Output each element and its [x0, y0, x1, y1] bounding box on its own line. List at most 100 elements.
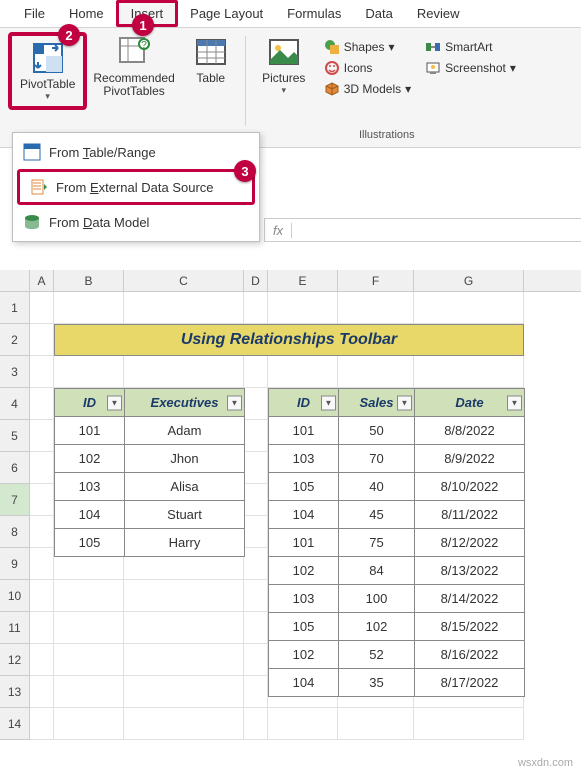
table-cell[interactable]: 102: [269, 641, 339, 669]
cell[interactable]: [30, 324, 54, 356]
row-header[interactable]: 4: [0, 388, 30, 420]
table-cell[interactable]: 104: [269, 669, 339, 697]
table-cell[interactable]: Alisa: [125, 473, 245, 501]
cell[interactable]: [124, 644, 244, 676]
cell[interactable]: [124, 356, 244, 388]
cell[interactable]: [244, 452, 268, 484]
cell[interactable]: [244, 676, 268, 708]
cell[interactable]: [30, 452, 54, 484]
table-cell[interactable]: 105: [269, 473, 339, 501]
table-cell[interactable]: 52: [339, 641, 415, 669]
worksheet[interactable]: A B C D E F G 1234567891011121314 Using …: [0, 270, 581, 775]
cell[interactable]: [244, 356, 268, 388]
from-data-model[interactable]: From Data Model: [13, 207, 259, 237]
pivottable-button[interactable]: PivotTable ▾: [14, 38, 81, 106]
cell[interactable]: [30, 292, 54, 324]
cell[interactable]: [30, 676, 54, 708]
tab-page-layout[interactable]: Page Layout: [178, 0, 275, 27]
cell[interactable]: [338, 708, 414, 740]
cell[interactable]: [30, 612, 54, 644]
table-cell[interactable]: 35: [339, 669, 415, 697]
table-cell[interactable]: 103: [269, 585, 339, 613]
table-cell[interactable]: 102: [339, 613, 415, 641]
row-header[interactable]: 10: [0, 580, 30, 612]
cell[interactable]: [244, 388, 268, 420]
cell[interactable]: [244, 292, 268, 324]
cell[interactable]: [244, 708, 268, 740]
cell[interactable]: [124, 676, 244, 708]
col-header[interactable]: E: [268, 270, 338, 291]
cell[interactable]: [30, 420, 54, 452]
3d-models-button[interactable]: 3D Models ▾: [320, 80, 415, 98]
table-cell[interactable]: Adam: [125, 417, 245, 445]
cell[interactable]: [414, 708, 524, 740]
row-header[interactable]: 1: [0, 292, 30, 324]
table-cell[interactable]: 102: [269, 557, 339, 585]
from-table-range[interactable]: From Table/Range: [13, 137, 259, 167]
tab-file[interactable]: File: [12, 0, 57, 27]
screenshot-button[interactable]: Screenshot ▾: [421, 59, 520, 77]
cell[interactable]: [124, 612, 244, 644]
cell[interactable]: [268, 292, 338, 324]
table-cell[interactable]: 105: [55, 529, 125, 557]
cell[interactable]: [54, 612, 124, 644]
tab-formulas[interactable]: Formulas: [275, 0, 353, 27]
table-cell[interactable]: 101: [269, 417, 339, 445]
cell[interactable]: [30, 644, 54, 676]
table-cell[interactable]: 8/12/2022: [415, 529, 525, 557]
table-cell[interactable]: 100: [339, 585, 415, 613]
cell[interactable]: [124, 708, 244, 740]
select-all-corner[interactable]: [0, 270, 30, 291]
row-header[interactable]: 5: [0, 420, 30, 452]
pictures-button[interactable]: Pictures ▾: [254, 32, 314, 100]
table-cell[interactable]: Jhon: [125, 445, 245, 473]
cell[interactable]: [30, 580, 54, 612]
col-header[interactable]: C: [124, 270, 244, 291]
table-cell[interactable]: 75: [339, 529, 415, 557]
cell[interactable]: [414, 292, 524, 324]
table-cell[interactable]: 84: [339, 557, 415, 585]
smartart-button[interactable]: SmartArt: [421, 38, 496, 56]
cell[interactable]: [54, 580, 124, 612]
cell[interactable]: [30, 548, 54, 580]
formula-input[interactable]: [292, 223, 581, 238]
table-cell[interactable]: 104: [269, 501, 339, 529]
tab-data[interactable]: Data: [353, 0, 404, 27]
table-cell[interactable]: 8/16/2022: [415, 641, 525, 669]
table-cell[interactable]: 105: [269, 613, 339, 641]
col-header[interactable]: G: [414, 270, 524, 291]
col-header[interactable]: B: [54, 270, 124, 291]
row-header[interactable]: 14: [0, 708, 30, 740]
cell[interactable]: [124, 580, 244, 612]
row-header[interactable]: 12: [0, 644, 30, 676]
table-cell[interactable]: 8/17/2022: [415, 669, 525, 697]
cell[interactable]: [244, 612, 268, 644]
row-header[interactable]: 9: [0, 548, 30, 580]
cell[interactable]: [338, 292, 414, 324]
cell[interactable]: [244, 644, 268, 676]
table-cell[interactable]: 50: [339, 417, 415, 445]
cell[interactable]: [30, 708, 54, 740]
cell[interactable]: [124, 292, 244, 324]
cell[interactable]: [30, 516, 54, 548]
cell[interactable]: [54, 356, 124, 388]
table-cell[interactable]: 101: [269, 529, 339, 557]
col-header[interactable]: A: [30, 270, 54, 291]
col-header[interactable]: D: [244, 270, 268, 291]
table-cell[interactable]: 8/13/2022: [415, 557, 525, 585]
row-header[interactable]: 7: [0, 484, 30, 516]
from-external-data-source[interactable]: From External Data Source: [17, 169, 255, 205]
cell[interactable]: [54, 708, 124, 740]
col-header[interactable]: F: [338, 270, 414, 291]
cell[interactable]: [414, 356, 524, 388]
cell[interactable]: [30, 356, 54, 388]
table-cell[interactable]: 104: [55, 501, 125, 529]
table-cell[interactable]: 8/14/2022: [415, 585, 525, 613]
icons-button[interactable]: Icons: [320, 59, 377, 77]
table-cell[interactable]: 102: [55, 445, 125, 473]
cell[interactable]: [54, 292, 124, 324]
table-cell[interactable]: 8/15/2022: [415, 613, 525, 641]
cell[interactable]: [54, 644, 124, 676]
filter-dropdown-icon[interactable]: ▼: [507, 395, 522, 410]
filter-dropdown-icon[interactable]: ▼: [107, 395, 122, 410]
